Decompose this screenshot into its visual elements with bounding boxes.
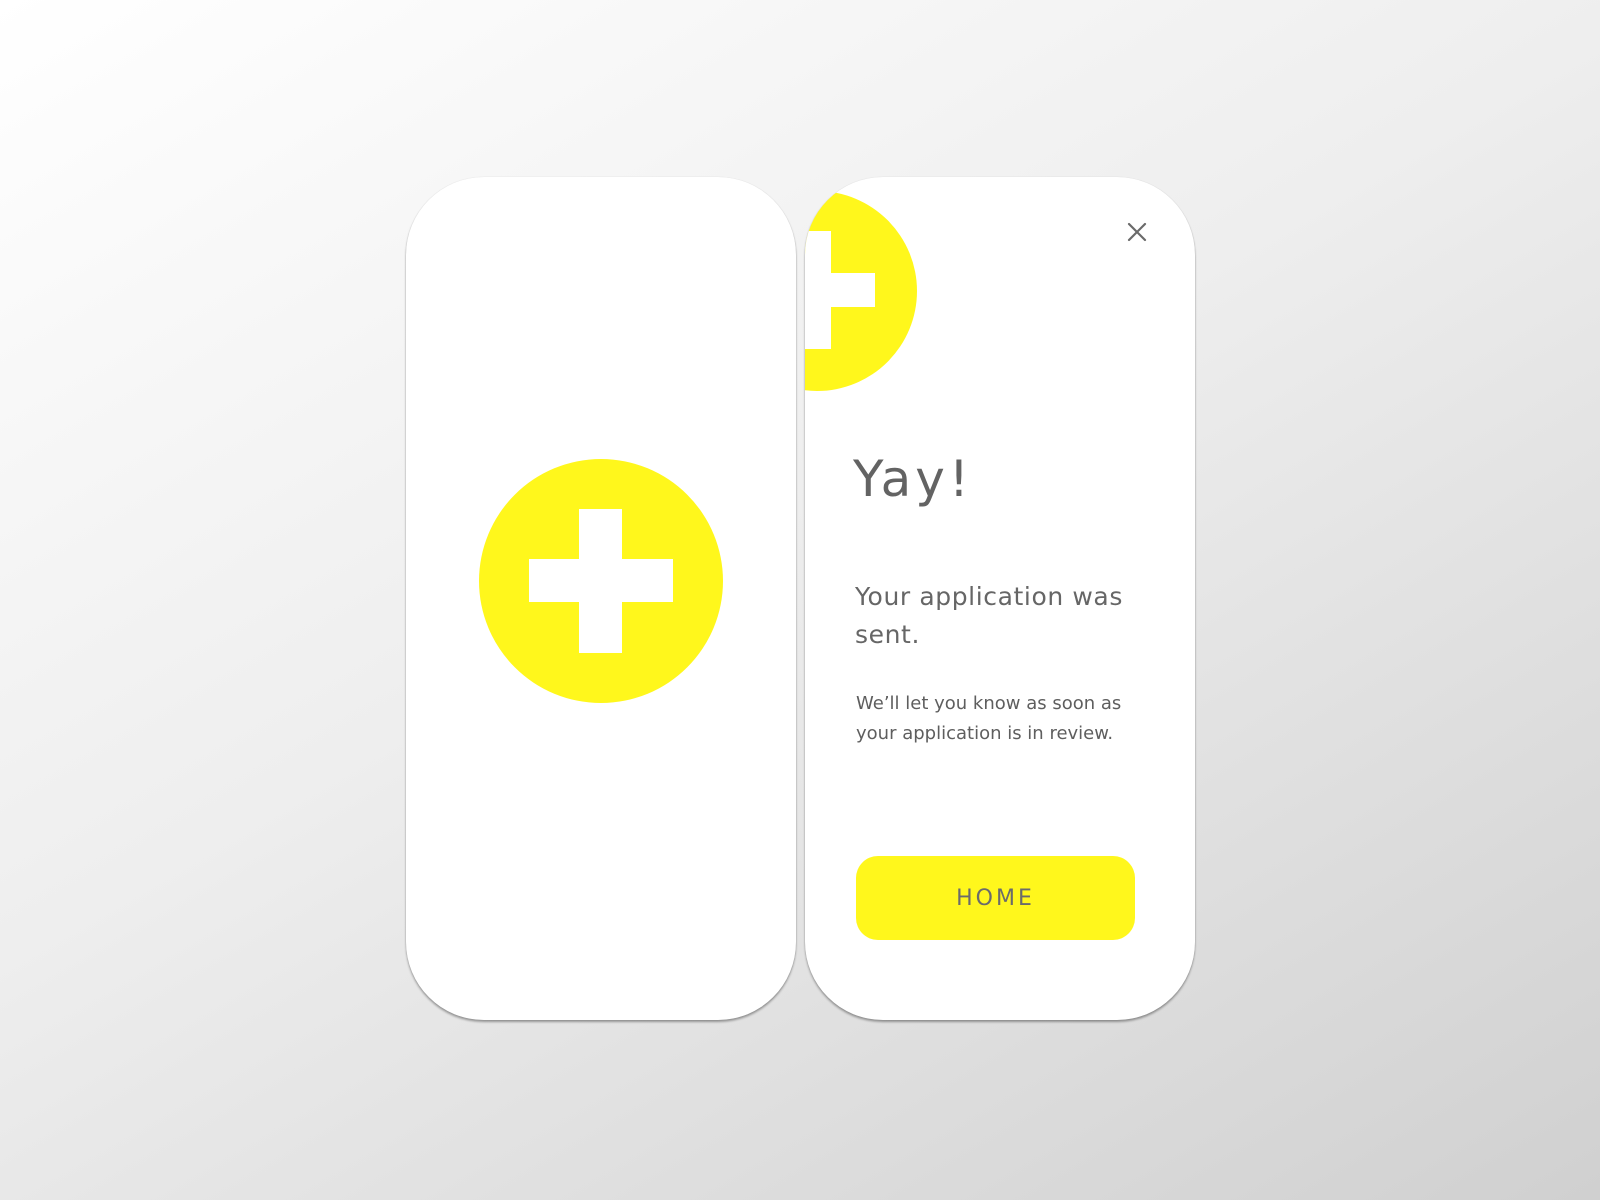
confirmation-message: We’ll let you know as soon as your appli… — [856, 693, 1122, 744]
confirmation-subtitle: Your application was sent. — [855, 582, 1123, 649]
home-button[interactable]: HOME — [856, 856, 1135, 940]
page-title: Yay! — [853, 450, 973, 508]
close-button[interactable] — [1124, 219, 1150, 245]
confirmation-screen: Yay! Your application was sent. We’ll le… — [805, 177, 1195, 1020]
splash-screen — [406, 177, 796, 1020]
plus-circle-icon — [805, 191, 917, 391]
close-icon — [1127, 222, 1147, 242]
plus-horizontal-bar — [805, 273, 875, 307]
plus-circle-icon — [479, 459, 723, 703]
plus-horizontal-bar — [529, 559, 673, 602]
